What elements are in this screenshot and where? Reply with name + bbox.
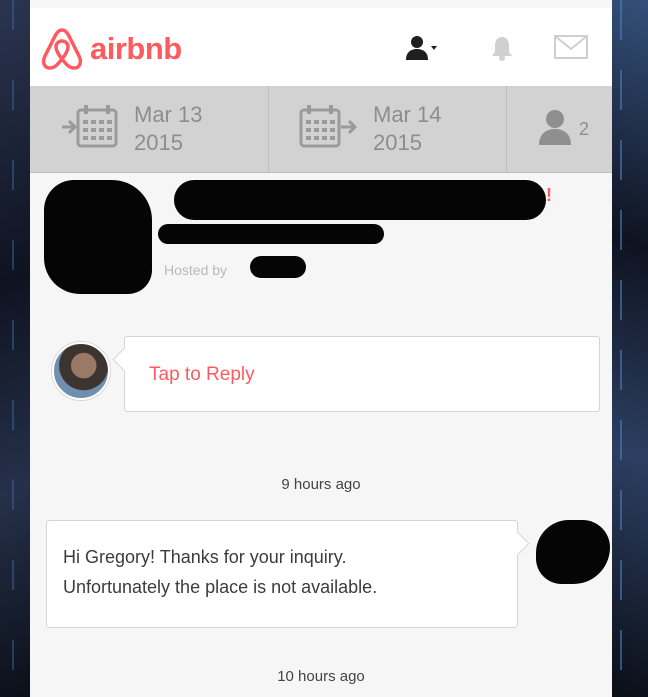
calendar-checkout-icon — [299, 102, 359, 157]
checkin-year: 2015 — [134, 130, 183, 155]
checkout-year: 2015 — [373, 130, 422, 155]
top-header: airbnb — [30, 8, 612, 87]
background-right-edge — [612, 0, 648, 697]
airbnb-logo[interactable]: airbnb — [40, 26, 182, 72]
tap-to-reply-label: Tap to Reply — [149, 364, 255, 385]
brand-name: airbnb — [90, 31, 182, 66]
checkout-date[interactable]: Mar 14 2015 — [268, 86, 506, 172]
airbnb-logo-icon — [40, 26, 84, 72]
host-name-redacted — [250, 256, 306, 278]
listing-photo-redacted — [44, 180, 152, 294]
message-timestamp-older: 10 hours ago — [277, 668, 365, 685]
checkin-month-day: Mar 13 — [134, 102, 203, 127]
host-message-bubble: Hi Gregory! Thanks for your inquiry. Unf… — [46, 520, 518, 628]
message-line-2: Unfortunately the place is not available… — [63, 577, 378, 597]
messages-envelope-icon[interactable] — [554, 34, 588, 65]
checkin-date[interactable]: Mar 13 2015 — [30, 86, 268, 172]
guest-count[interactable]: 2 — [506, 86, 612, 172]
message-line-1: Hi Gregory! Thanks for your inquiry. — [63, 547, 347, 567]
calendar-checkin-icon — [60, 102, 120, 157]
checkout-month-day: Mar 14 — [373, 102, 442, 127]
background-left-edge — [0, 0, 30, 697]
user-avatar — [52, 342, 110, 400]
app-screen: airbnb Mar 13 2015 Mar 14 2015 2 ! Hoste… — [30, 0, 612, 697]
notification-bell-icon[interactable] — [490, 34, 514, 67]
alert-mark: ! — [546, 185, 552, 205]
listing-subtitle-redacted — [158, 224, 384, 244]
listing-summary[interactable]: ! Hosted by — [30, 172, 612, 302]
user-menu-icon[interactable] — [404, 34, 438, 67]
trip-dates-bar: Mar 13 2015 Mar 14 2015 2 — [30, 86, 612, 173]
listing-title-redacted — [174, 180, 546, 220]
hosted-by-label: Hosted by — [164, 262, 228, 278]
message-timestamp: 9 hours ago — [281, 476, 361, 493]
guest-count-value: 2 — [579, 118, 590, 139]
guest-person-icon — [537, 107, 573, 152]
reply-input[interactable]: Tap to Reply — [124, 336, 600, 412]
host-avatar-redacted — [536, 520, 610, 584]
